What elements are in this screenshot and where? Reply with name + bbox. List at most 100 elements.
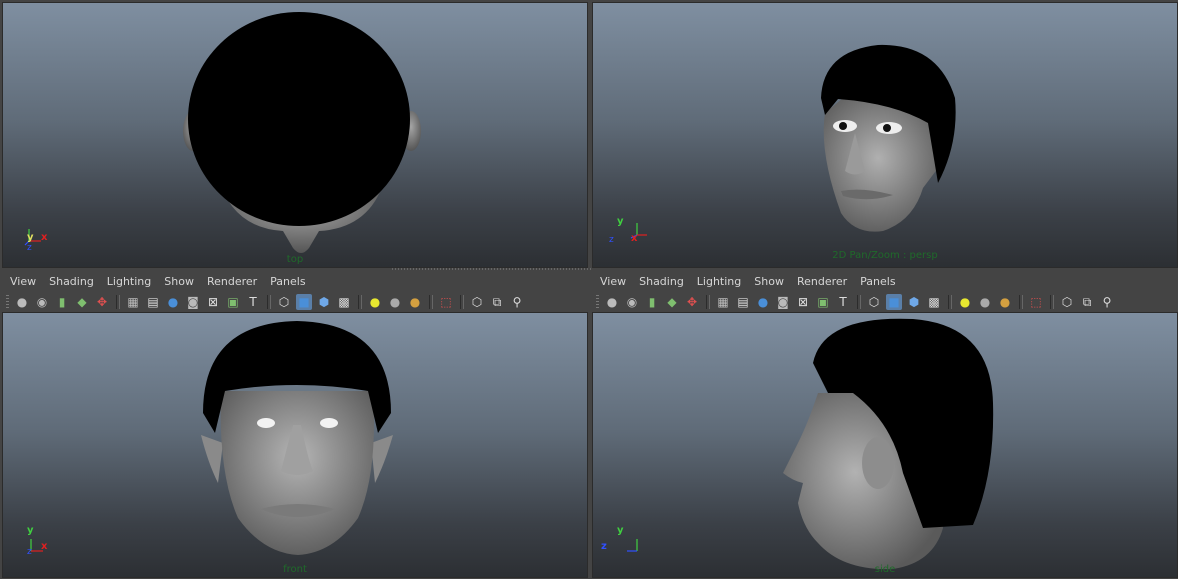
eye-left — [257, 418, 275, 428]
menu-view[interactable]: View — [10, 275, 36, 288]
toolbar-separator — [429, 295, 433, 309]
toolbar-separator — [1019, 295, 1023, 309]
toolbar-separator — [706, 295, 710, 309]
menu-panels[interactable]: Panels — [860, 275, 895, 288]
bookmark-icon[interactable]: ▮ — [644, 294, 660, 310]
viewport-persp[interactable]: y x z 2D Pan/Zoom : persp — [592, 2, 1178, 268]
menu-show[interactable]: Show — [164, 275, 194, 288]
image-plane-icon[interactable]: ◆ — [664, 294, 680, 310]
head-model-side-view[interactable] — [593, 313, 1178, 578]
field-chart-icon[interactable]: ⊠ — [205, 294, 221, 310]
axis-label-z: z — [27, 243, 32, 253]
textured-icon[interactable]: ▩ — [926, 294, 942, 310]
image-plane-icon[interactable]: ◆ — [74, 294, 90, 310]
high-quality-icon[interactable]: ● — [997, 294, 1013, 310]
camera-tools-icon[interactable]: ◉ — [624, 294, 640, 310]
xray-joints-icon[interactable]: ⧉ — [489, 294, 505, 310]
menu-show[interactable]: Show — [754, 275, 784, 288]
wireframe-icon[interactable]: ⬡ — [276, 294, 292, 310]
camera-tools-icon[interactable]: ◉ — [34, 294, 50, 310]
panel-menu: View Shading Lighting Show Renderer Pane… — [592, 270, 1178, 292]
grid-icon[interactable]: ▦ — [125, 294, 141, 310]
xray-joints-icon[interactable]: ⧉ — [1079, 294, 1095, 310]
eye-right — [320, 418, 338, 428]
gate-mask-icon[interactable]: ◙ — [775, 294, 791, 310]
grid-icon[interactable]: ▦ — [715, 294, 731, 310]
wireframe-icon[interactable]: ⬡ — [866, 294, 882, 310]
viewport-front[interactable]: y x z front — [2, 312, 588, 578]
2d-pan-zoom-icon[interactable]: ✥ — [94, 294, 110, 310]
panel-menu: View Shading Lighting Show Renderer Pane… — [2, 270, 588, 292]
menu-panels[interactable]: Panels — [270, 275, 305, 288]
2d-pan-zoom-icon[interactable]: ✥ — [684, 294, 700, 310]
axis-label-x: x — [41, 232, 48, 243]
toolbar-grip[interactable] — [6, 295, 9, 309]
toolbar-separator — [948, 295, 952, 309]
field-chart-icon[interactable]: ⊠ — [795, 294, 811, 310]
axis-label-y: y — [27, 525, 34, 536]
viewport-side[interactable]: y z side — [592, 312, 1178, 578]
xray-icon[interactable]: ⬡ — [469, 294, 485, 310]
xray-icon[interactable]: ⬡ — [1059, 294, 1075, 310]
viewport-top[interactable]: y x z top — [2, 2, 588, 268]
film-gate-icon[interactable]: ▤ — [145, 294, 161, 310]
use-all-lights-icon[interactable]: ● — [367, 294, 383, 310]
film-gate-icon[interactable]: ▤ — [735, 294, 751, 310]
menu-view[interactable]: View — [600, 275, 626, 288]
camera-attributes-icon[interactable]: ● — [604, 294, 620, 310]
high-quality-icon[interactable]: ● — [407, 294, 423, 310]
ear-right — [371, 435, 393, 483]
safe-action-icon[interactable]: ▣ — [815, 294, 831, 310]
head-model-front-view[interactable] — [3, 313, 588, 578]
default-material-icon[interactable]: ⬢ — [316, 294, 332, 310]
ear-left — [201, 435, 223, 483]
toolbar-grip[interactable] — [596, 295, 599, 309]
toolbar-separator — [267, 295, 271, 309]
hair — [188, 12, 410, 226]
menu-lighting[interactable]: Lighting — [107, 275, 151, 288]
head-model-top-view[interactable] — [3, 3, 588, 268]
axis-label-x: x — [631, 233, 638, 244]
panel-toolbar: ● ◉ ▮ ◆ ✥ ▦ ▤ ● ◙ ⊠ ▣ T ⬡ ■ ⬢ ▩ ● ● ● ⬚ ⬡ ⧉ ⚲ — [592, 292, 1178, 312]
xray-components-icon[interactable]: ⚲ — [1099, 294, 1115, 310]
safe-title-icon[interactable]: T — [835, 294, 851, 310]
shadows-icon[interactable]: ● — [387, 294, 403, 310]
panel-menubar-left: View Shading Lighting Show Renderer Pane… — [2, 270, 588, 312]
camera-name-label: top — [286, 254, 304, 265]
toolbar-separator — [857, 295, 861, 309]
panel-toolbar: ● ◉ ▮ ◆ ✥ ▦ ▤ ● ◙ ⊠ ▣ T ⬡ ■ ⬢ ▩ ● ● ● ⬚ ⬡ ⧉ ⚲ — [2, 292, 588, 312]
panel-menubar-right: View Shading Lighting Show Renderer Pane… — [592, 270, 1178, 312]
use-all-lights-icon[interactable]: ● — [957, 294, 973, 310]
isolate-select-icon[interactable]: ⬚ — [438, 294, 454, 310]
gate-mask-icon[interactable]: ◙ — [185, 294, 201, 310]
axis-label-x: x — [41, 541, 48, 552]
ear — [862, 437, 894, 489]
smooth-shade-icon[interactable]: ■ — [886, 294, 902, 310]
camera-name-label: 2D Pan/Zoom : persp — [832, 250, 938, 261]
menu-shading[interactable]: Shading — [49, 275, 94, 288]
axis-label-y: y — [27, 232, 34, 243]
resolution-gate-icon[interactable]: ● — [165, 294, 181, 310]
camera-attributes-icon[interactable]: ● — [14, 294, 30, 310]
menu-renderer[interactable]: Renderer — [207, 275, 257, 288]
menu-lighting[interactable]: Lighting — [697, 275, 741, 288]
toolbar-separator — [358, 295, 362, 309]
menu-shading[interactable]: Shading — [639, 275, 684, 288]
toolbar-separator — [1050, 295, 1054, 309]
textured-icon[interactable]: ▩ — [336, 294, 352, 310]
resolution-gate-icon[interactable]: ● — [755, 294, 771, 310]
camera-name-label: front — [283, 564, 307, 575]
head-model-persp-view[interactable] — [593, 3, 1178, 268]
camera-name-label: side — [874, 564, 896, 575]
bookmark-icon[interactable]: ▮ — [54, 294, 70, 310]
smooth-shade-icon[interactable]: ■ — [296, 294, 312, 310]
isolate-select-icon[interactable]: ⬚ — [1028, 294, 1044, 310]
shadows-icon[interactable]: ● — [977, 294, 993, 310]
axis-label-z: z — [27, 547, 32, 557]
safe-title-icon[interactable]: T — [245, 294, 261, 310]
default-material-icon[interactable]: ⬢ — [906, 294, 922, 310]
safe-action-icon[interactable]: ▣ — [225, 294, 241, 310]
xray-components-icon[interactable]: ⚲ — [509, 294, 525, 310]
menu-renderer[interactable]: Renderer — [797, 275, 847, 288]
axis-label-z: z — [601, 541, 607, 552]
